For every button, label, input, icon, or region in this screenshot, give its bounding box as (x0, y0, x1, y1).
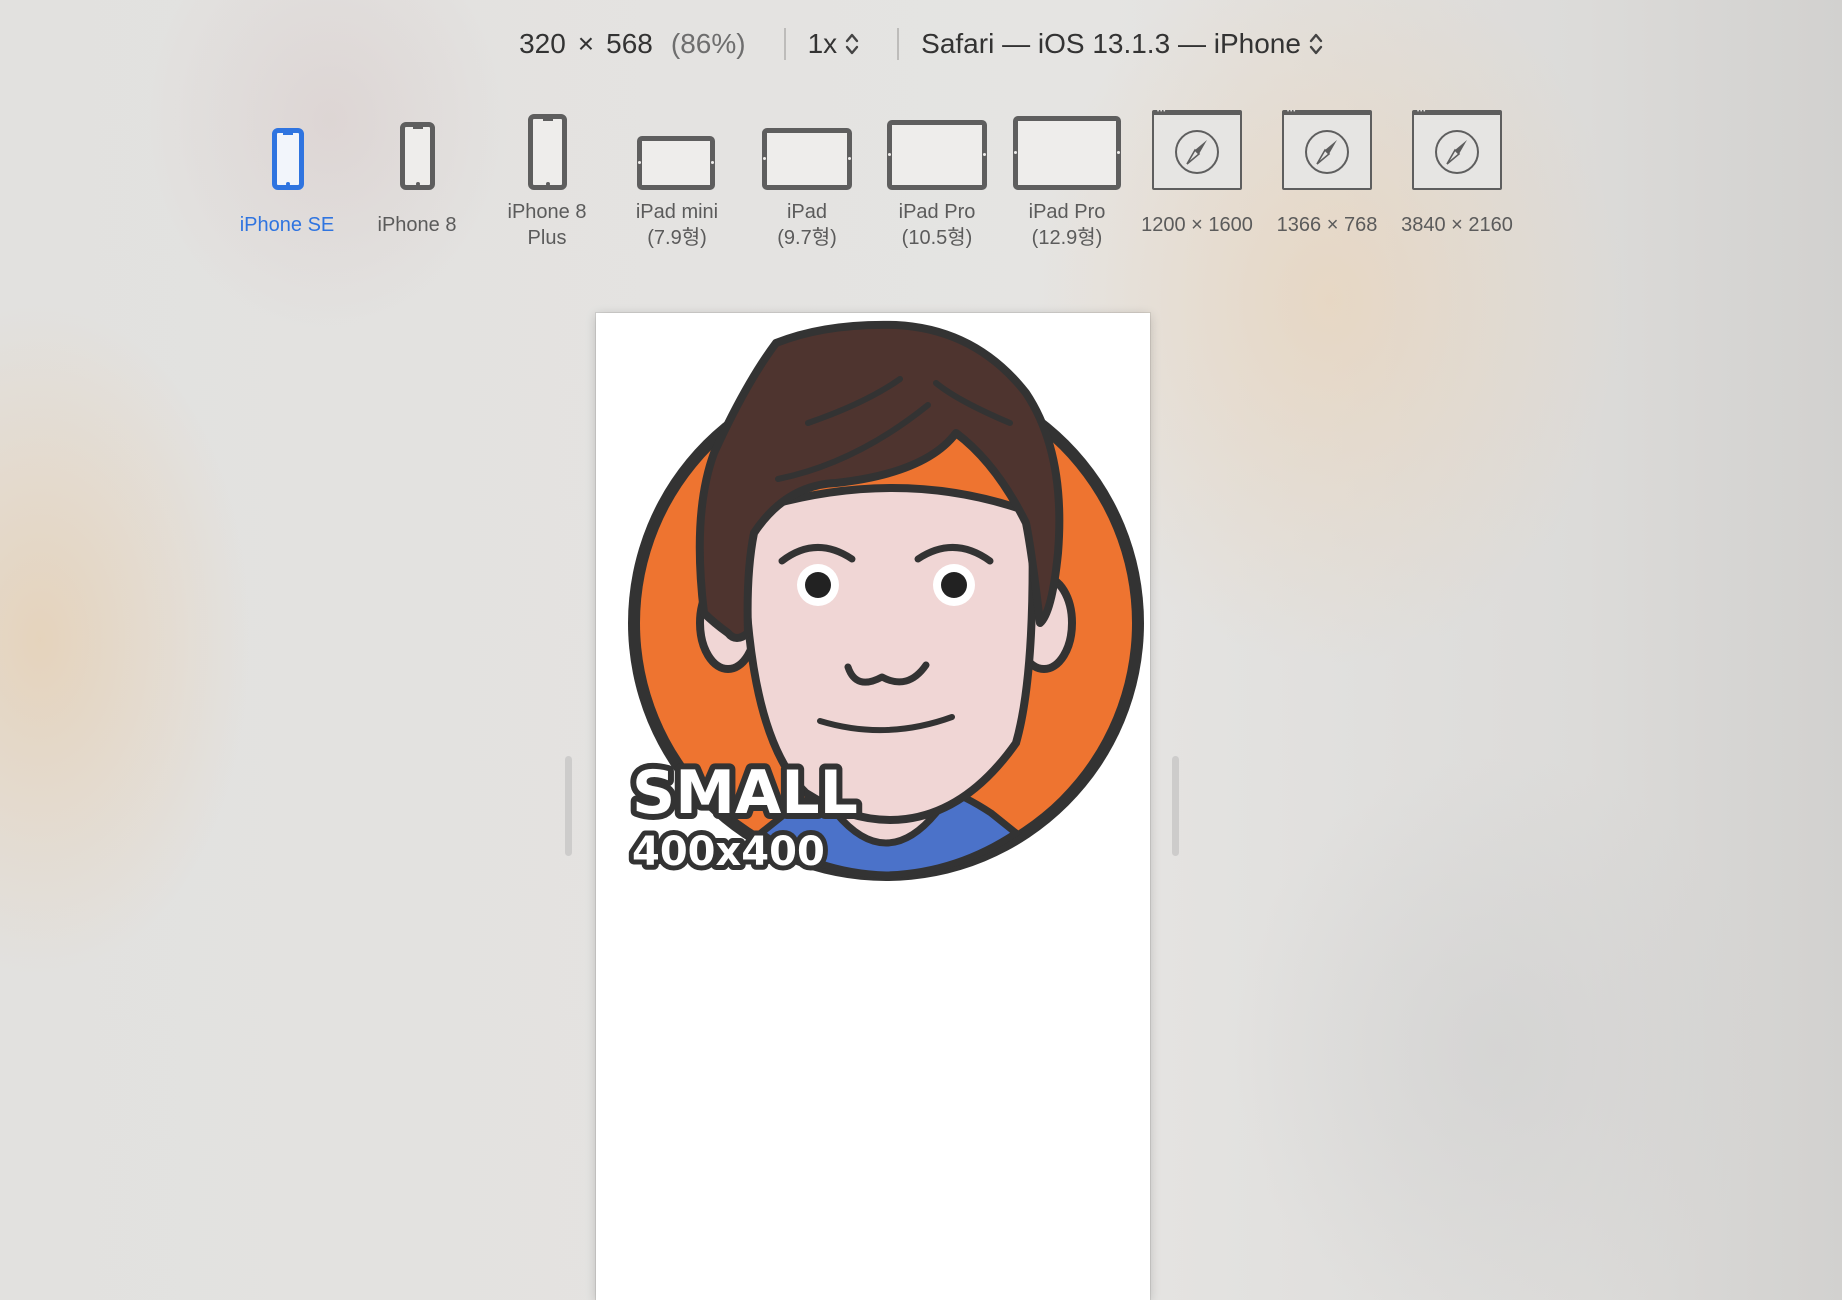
user-agent-selector[interactable]: Safari — iOS 13.1.3 — iPhone (921, 28, 1323, 60)
chevron-up-down-icon (845, 32, 859, 56)
toolbar-divider (783, 28, 786, 60)
device-label-line2: (9.7형) (777, 227, 837, 249)
device-label: iPad Pro (898, 201, 976, 223)
viewport-size-readout: 320 × 568 (86%) (519, 28, 746, 60)
device-label-line2: Plus (527, 227, 567, 249)
tablet-icon (872, 108, 1002, 190)
device-label: iPhone 8 (377, 214, 457, 236)
safari-window-icon: ••• (1392, 108, 1522, 190)
device-label-line2: (10.5형) (901, 227, 973, 249)
device-label: iPhone 8 (507, 201, 587, 223)
device-label: iPad Pro (1028, 201, 1106, 223)
device-label-line2: (12.9형) (1031, 227, 1103, 249)
device-ipad-pro-12-9[interactable]: iPad Pro (12.9형) (1002, 108, 1132, 258)
device-label: iPad mini (635, 201, 719, 223)
device-label: 1200 × 1600 (1141, 214, 1253, 236)
badge-subtitle: 400x400 (632, 829, 825, 875)
zoom-percent: (86%) (670, 28, 746, 59)
device-ipad[interactable]: iPad (9.7형) (742, 108, 872, 258)
device-label: iPad (786, 201, 828, 223)
compass-icon (1305, 129, 1349, 174)
pixel-ratio-selector[interactable]: 1x (808, 28, 860, 60)
chevron-up-down-icon (1309, 32, 1323, 56)
safari-window-icon: ••• (1262, 108, 1392, 190)
phone-icon (352, 108, 482, 190)
device-presets: iPhone SE iPhone 8 iPhone 8 Plus iPad mi… (0, 108, 1842, 258)
viewport-height: 568 (606, 28, 653, 59)
viewport-width: 320 (519, 28, 566, 59)
size-badge: SMALL 400x400 (626, 752, 864, 880)
tablet-icon (612, 108, 742, 190)
compass-icon (1435, 129, 1479, 174)
tablet-icon (1002, 108, 1132, 190)
phone-icon (482, 108, 612, 190)
toolbar-divider (897, 28, 900, 60)
avatar-image: SMALL 400x400 (626, 320, 1144, 881)
resize-handle-right[interactable] (1172, 756, 1179, 856)
user-agent-label: Safari — iOS 13.1.3 — iPhone (921, 28, 1301, 59)
compass-icon (1175, 129, 1219, 174)
responsive-toolbar: 320 × 568 (86%) 1x Safari — iOS 13.1.3 —… (0, 22, 1842, 66)
device-viewport: SMALL 400x400 (596, 313, 1150, 1300)
pixel-ratio-label: 1x (807, 28, 838, 59)
device-custom-1200x1600[interactable]: ••• 1200 × 1600 (1132, 108, 1262, 258)
device-iphone-8[interactable]: iPhone 8 (352, 108, 482, 258)
device-custom-3840x2160[interactable]: ••• 3840 × 2160 (1392, 108, 1522, 258)
safari-window-icon: ••• (1132, 108, 1262, 190)
device-label: 3840 × 2160 (1401, 214, 1513, 236)
device-iphone-se[interactable]: iPhone SE (222, 108, 352, 258)
resize-handle-left[interactable] (565, 756, 572, 856)
phone-icon (222, 108, 352, 190)
tablet-icon (742, 108, 872, 190)
badge-title: SMALL (632, 758, 858, 828)
dimension-separator: × (577, 28, 595, 59)
device-label: 1366 × 768 (1276, 214, 1378, 236)
device-ipad-pro-10-5[interactable]: iPad Pro (10.5형) (872, 108, 1002, 258)
device-ipad-mini[interactable]: iPad mini (7.9형) (612, 108, 742, 258)
device-custom-1366x768[interactable]: ••• 1366 × 768 (1262, 108, 1392, 258)
device-label-line2: (7.9형) (647, 227, 707, 249)
device-iphone-8-plus[interactable]: iPhone 8 Plus (482, 108, 612, 258)
device-label: iPhone SE (239, 214, 335, 236)
